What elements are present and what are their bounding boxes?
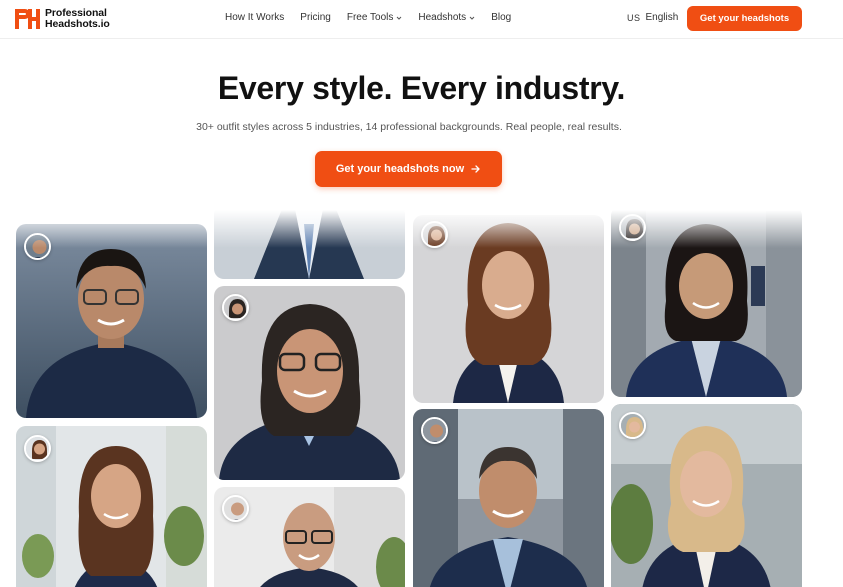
us-flag-icon: US [627,12,641,23]
nav-label: How It Works [225,12,285,23]
main-nav: How It Works Pricing Free Tools Headshot… [225,12,511,23]
headshot-card[interactable] [214,210,405,279]
hero-title: Every style. Every industry. [217,70,626,106]
language-selector[interactable]: US English [627,12,678,23]
nav-label: Pricing [300,12,331,23]
nav-label: Blog [491,12,512,23]
avatar [421,417,448,444]
cta-label: Get your headshots now [335,163,465,175]
nav-headshots[interactable]: Headshots [418,12,475,23]
get-headshots-now-button[interactable]: Get your headshots now [315,151,502,187]
ph-logo-icon [15,7,41,31]
chevron-down-icon [469,16,475,20]
avatar [222,495,249,522]
brand-line-2: Headshots.io [45,18,110,30]
headshot-gallery [0,210,843,587]
avatar [24,233,51,260]
brand-logo[interactable]: Professional Headshots.io [15,7,110,31]
hero-subtitle: 30+ outfit styles across 5 industries, 1… [196,121,622,133]
avatar [421,221,448,248]
avatar [619,214,646,241]
arrow-right-icon [471,165,480,173]
chevron-down-icon [397,16,402,20]
avatar [619,412,646,439]
language-label: English [645,12,679,23]
nav-how-it-works[interactable]: How It Works [225,12,284,23]
nav-free-tools[interactable]: Free Tools [347,12,403,23]
avatar [222,294,249,321]
nav-label: Headshots [418,12,467,23]
top-nav-bar: Professional Headshots.io How It Works P… [0,0,843,39]
nav-blog[interactable]: Blog [491,12,511,23]
nav-pricing[interactable]: Pricing [300,12,331,23]
avatar [24,435,51,462]
nav-label: Free Tools [346,12,394,23]
get-headshots-header-button[interactable]: Get your headshots [687,6,802,31]
headshot-photo-suit-partial [214,210,405,279]
